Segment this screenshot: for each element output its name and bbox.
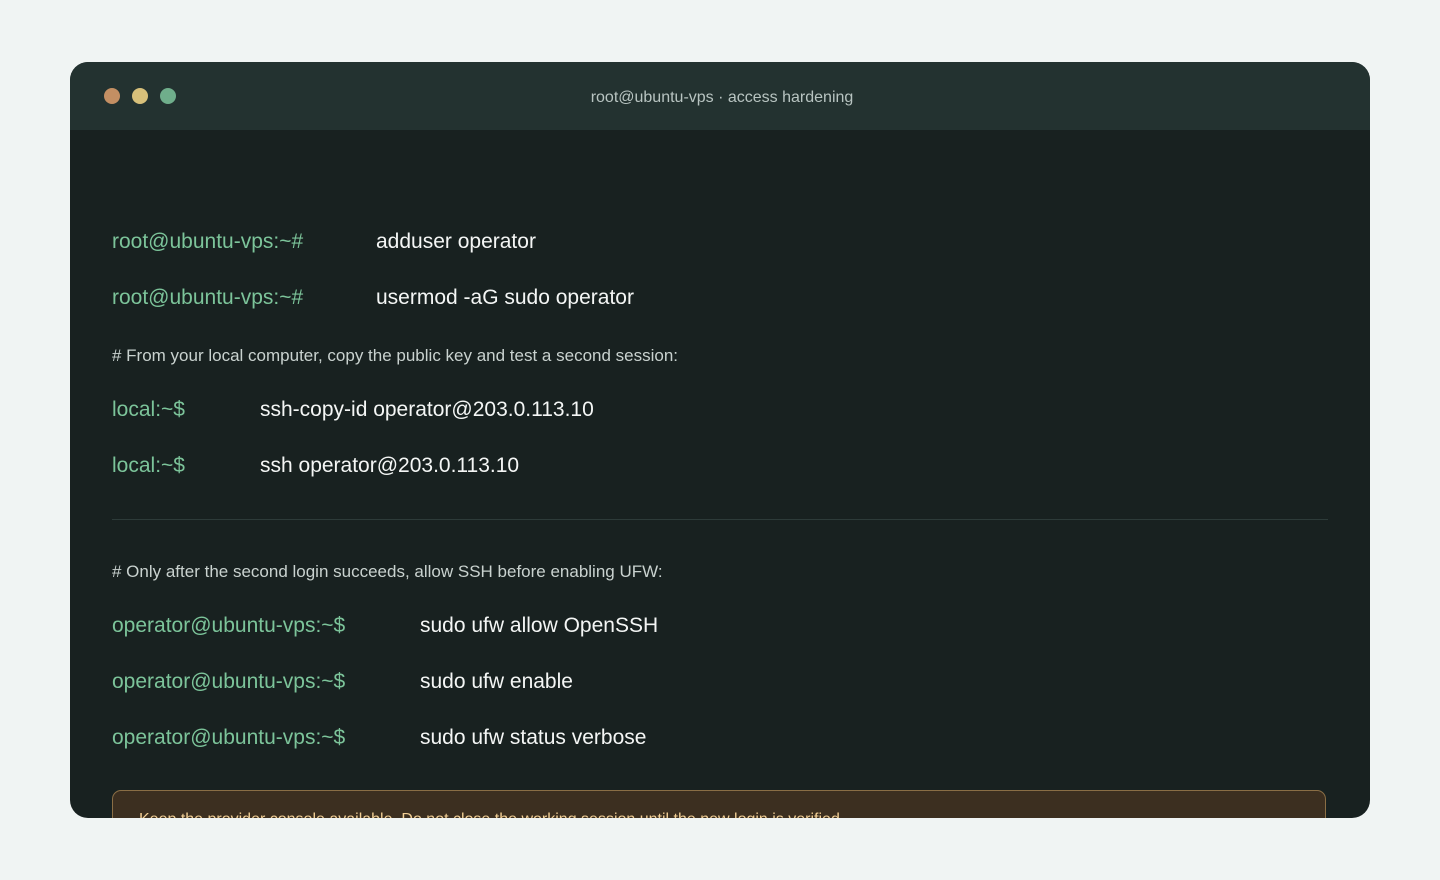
warning-text: Keep the provider console available. Do … xyxy=(139,791,844,818)
shell-prompt: local:~$ xyxy=(112,454,185,477)
shell-command: adduser operator xyxy=(376,230,536,253)
shell-prompt: operator@ubuntu-vps:~$ xyxy=(112,726,346,749)
shell-prompt: root@ubuntu-vps:~# xyxy=(112,230,304,253)
warning-callout: Keep the provider console available. Do … xyxy=(112,790,1326,818)
shell-comment: # From your local computer, copy the pub… xyxy=(112,346,679,365)
terminal-window: root@ubuntu-vps · access hardening root@… xyxy=(70,62,1370,818)
shell-comment: # Only after the second login succeeds, … xyxy=(112,562,663,581)
section-divider xyxy=(112,519,1328,520)
shell-prompt: local:~$ xyxy=(112,398,185,421)
shell-command: usermod -aG sudo operator xyxy=(376,286,634,309)
shell-prompt: operator@ubuntu-vps:~$ xyxy=(112,670,346,693)
shell-prompt: operator@ubuntu-vps:~$ xyxy=(112,614,346,637)
window-title: root@ubuntu-vps · access hardening xyxy=(590,89,854,106)
shell-command: ssh-copy-id operator@203.0.113.10 xyxy=(260,398,594,421)
shell-command: sudo ufw enable xyxy=(420,670,573,693)
shell-command: sudo ufw status verbose xyxy=(420,726,647,749)
shell-prompt: root@ubuntu-vps:~# xyxy=(112,286,304,309)
shell-command: ssh operator@203.0.113.10 xyxy=(260,454,520,477)
shell-command: sudo ufw allow OpenSSH xyxy=(420,614,659,637)
title-bar: root@ubuntu-vps · access hardening xyxy=(70,62,1370,130)
